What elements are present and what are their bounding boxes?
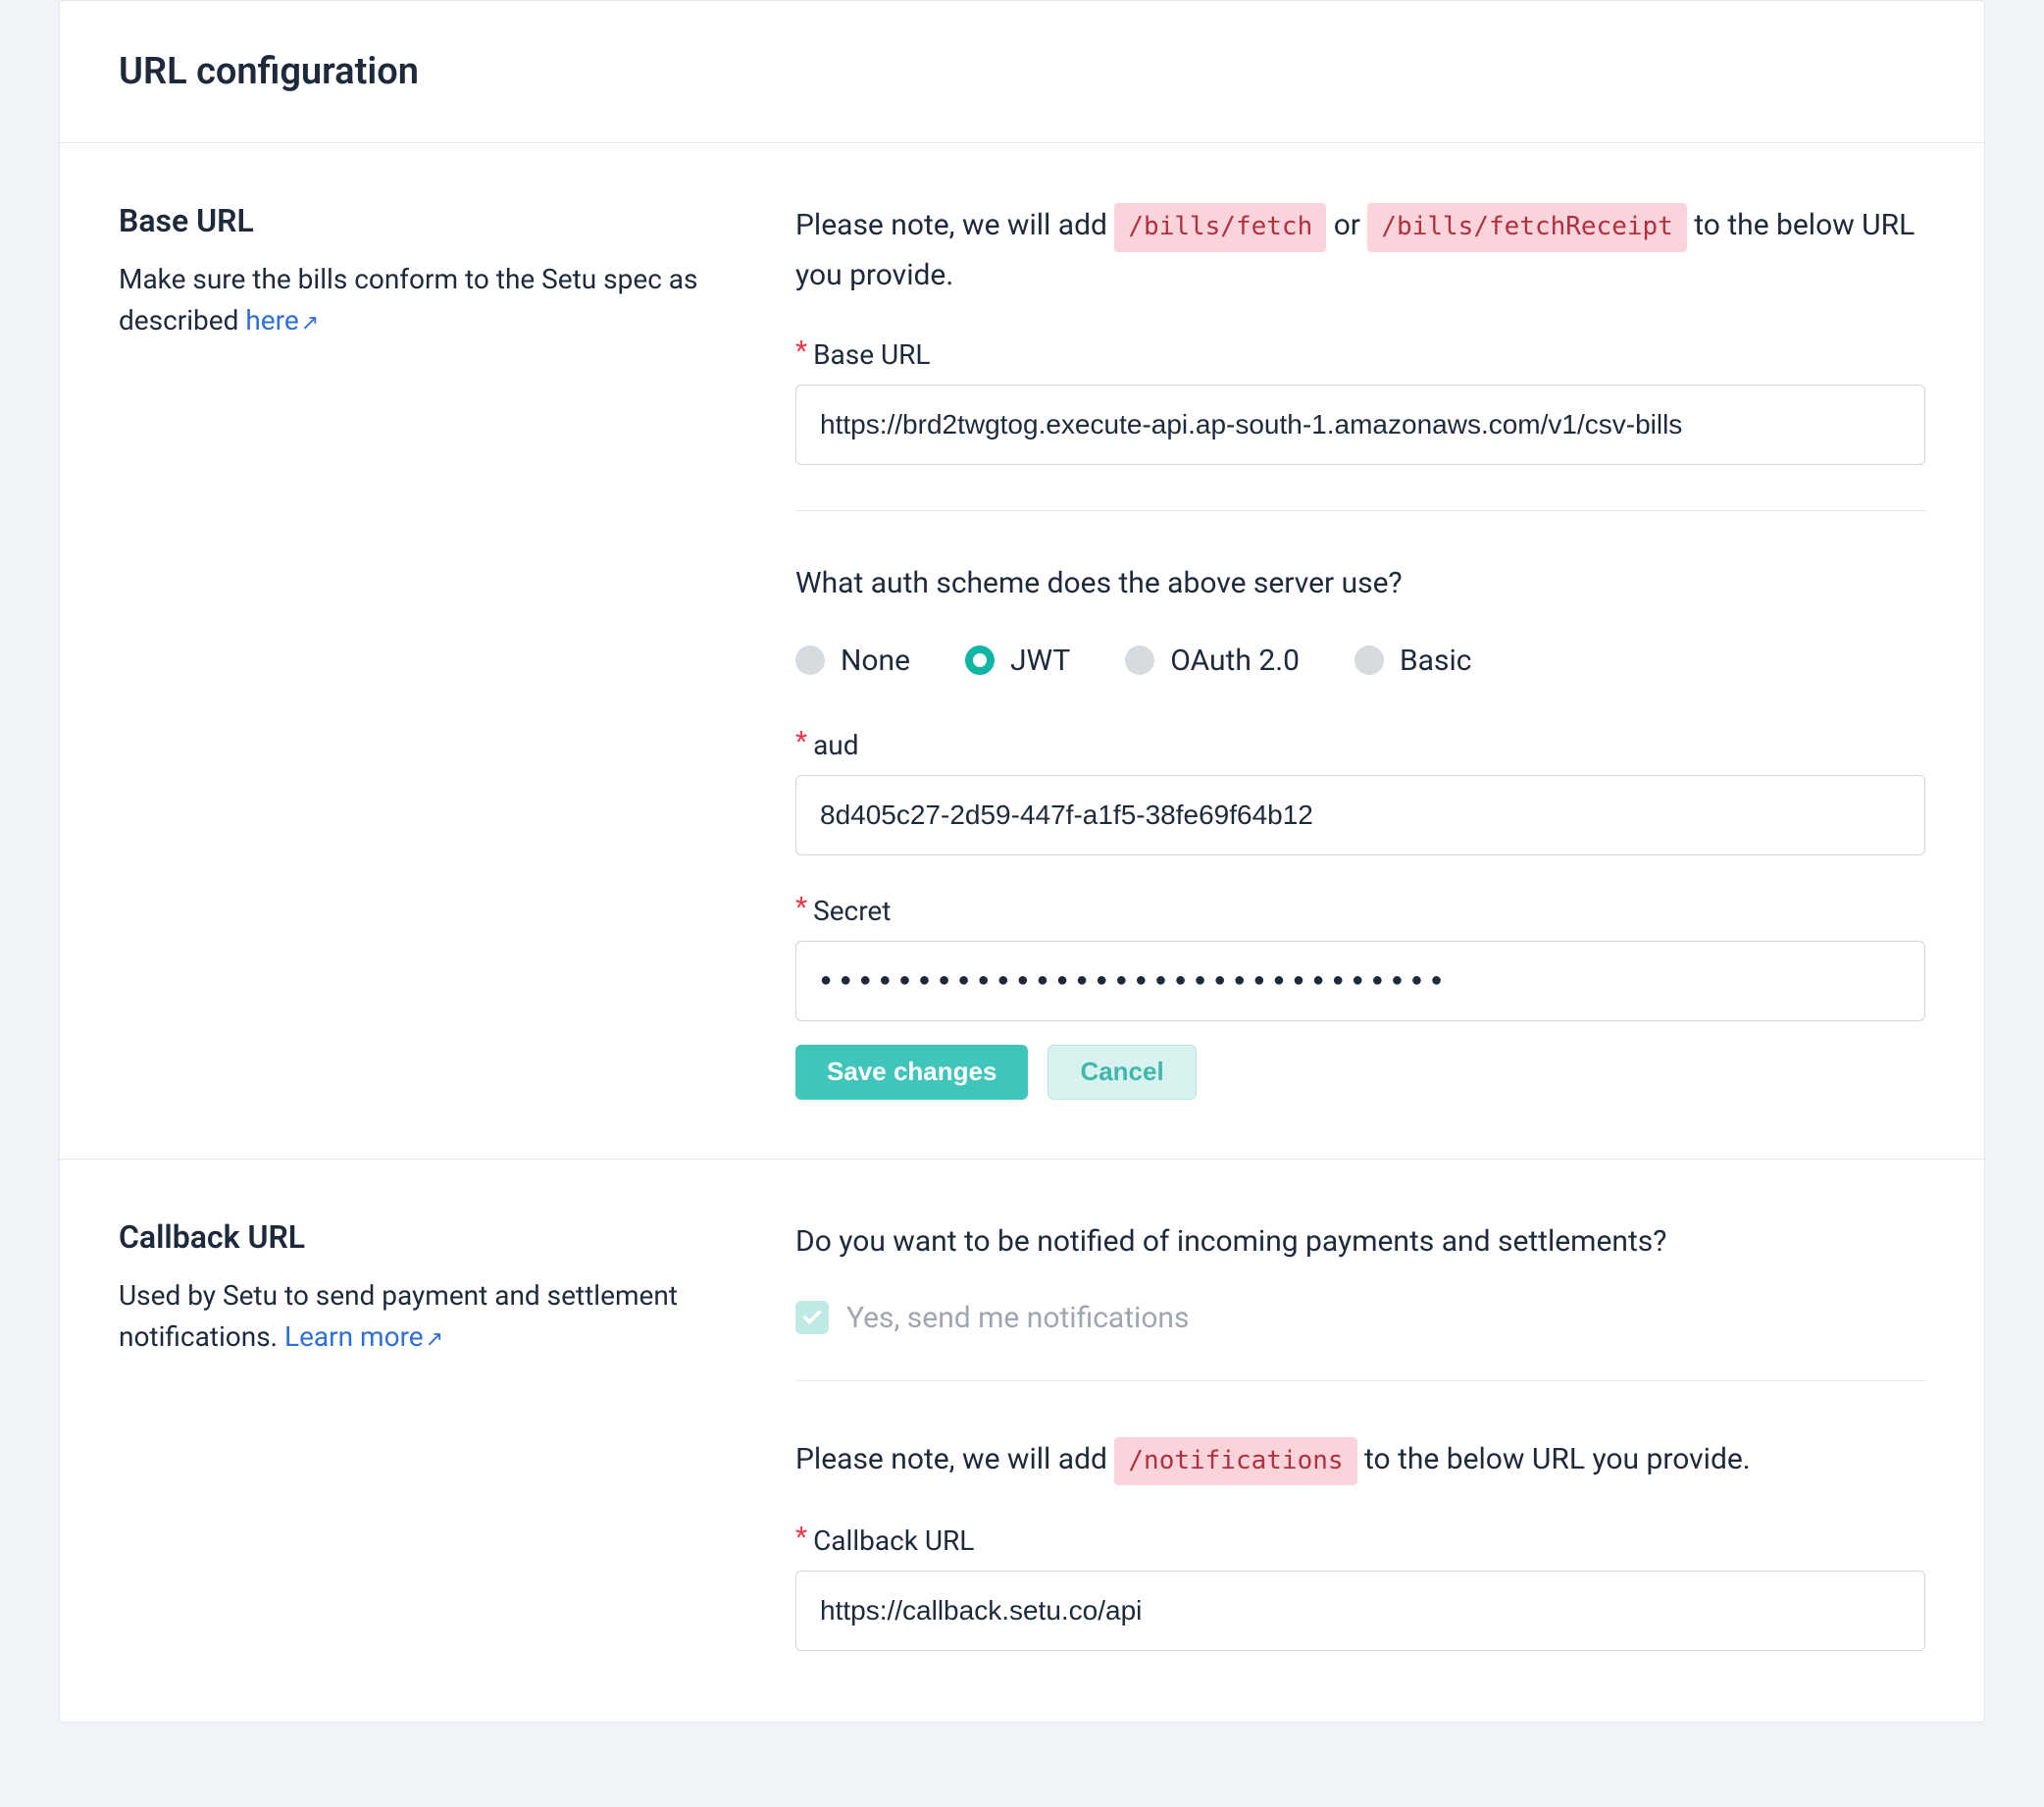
radio-icon (795, 645, 825, 675)
divider (795, 1380, 1925, 1381)
base-url-spec-link[interactable]: here ↗ (245, 304, 319, 336)
divider (795, 510, 1925, 511)
base-url-input[interactable] (795, 385, 1925, 465)
notify-checkbox-label: Yes, send me notifications (846, 1301, 1189, 1335)
auth-radio-basic[interactable]: Basic (1354, 644, 1472, 678)
radio-icon (1125, 645, 1154, 675)
base-url-desc-text: Make sure the bills conform to the Setu … (119, 263, 698, 336)
callback-url-learn-more-link[interactable]: Learn more ↗ (284, 1320, 443, 1353)
aud-input[interactable] (795, 775, 1925, 855)
secret-label: *Secret (795, 895, 1925, 927)
auth-scheme-question: What auth scheme does the above server u… (795, 566, 1925, 600)
section-base-url-right: Please note, we will add /bills/fetch or… (795, 202, 1925, 1100)
required-asterisk: * (795, 1521, 807, 1553)
section-base-url-left: Base URL Make sure the bills conform to … (119, 202, 795, 1100)
callback-url-field-group: *Callback URL (795, 1524, 1925, 1651)
cancel-button[interactable]: Cancel (1048, 1045, 1196, 1100)
callback-url-description: Used by Setu to send payment and settlem… (119, 1275, 756, 1358)
callback-url-label: *Callback URL (795, 1524, 1925, 1557)
external-link-icon: ↗ (426, 1323, 443, 1356)
base-url-heading: Base URL (119, 202, 756, 239)
required-asterisk: * (795, 335, 807, 367)
endpoint-chip-fetch: /bills/fetch (1114, 203, 1326, 252)
base-url-button-row: Save changes Cancel (795, 1045, 1925, 1100)
radio-icon (965, 645, 995, 675)
base-url-label: *Base URL (795, 338, 1925, 371)
radio-icon (1354, 645, 1384, 675)
required-asterisk: * (795, 725, 807, 757)
secret-input[interactable] (795, 941, 1925, 1021)
section-callback-url-right: Do you want to be notified of incoming p… (795, 1218, 1925, 1664)
section-callback-url: Callback URL Used by Setu to send paymen… (60, 1160, 1984, 1723)
required-asterisk: * (795, 891, 807, 923)
save-changes-button[interactable]: Save changes (795, 1045, 1028, 1100)
aud-field-group: *aud (795, 729, 1925, 855)
auth-radio-oauth[interactable]: OAuth 2.0 (1125, 644, 1300, 678)
notify-checkbox-row[interactable]: Yes, send me notifications (795, 1301, 1925, 1335)
card-header: URL configuration (60, 1, 1984, 143)
base-url-note: Please note, we will add /bills/fetch or… (795, 202, 1925, 299)
external-link-icon: ↗ (301, 307, 319, 339)
endpoint-chip-fetch-receipt: /bills/fetchReceipt (1367, 203, 1686, 252)
url-configuration-card: URL configuration Base URL Make sure the… (59, 0, 1985, 1723)
callback-url-heading: Callback URL (119, 1218, 756, 1256)
auth-scheme-radio-group: None JWT OAuth 2.0 Basic (795, 644, 1925, 678)
section-base-url: Base URL Make sure the bills conform to … (60, 143, 1984, 1160)
auth-radio-jwt[interactable]: JWT (965, 644, 1070, 678)
section-callback-url-left: Callback URL Used by Setu to send paymen… (119, 1218, 795, 1664)
endpoint-chip-notifications: /notifications (1114, 1437, 1356, 1486)
base-url-field-group: *Base URL (795, 338, 1925, 465)
callback-url-note: Please note, we will add /notifications … (795, 1436, 1925, 1486)
checkbox-icon (795, 1301, 829, 1334)
callback-url-input[interactable] (795, 1571, 1925, 1651)
aud-label: *aud (795, 729, 1925, 761)
page-title: URL configuration (119, 50, 1925, 93)
auth-radio-none[interactable]: None (795, 644, 910, 678)
base-url-description: Make sure the bills conform to the Setu … (119, 259, 756, 341)
secret-field-group: *Secret (795, 895, 1925, 1021)
callback-notify-question: Do you want to be notified of incoming p… (795, 1218, 1925, 1265)
